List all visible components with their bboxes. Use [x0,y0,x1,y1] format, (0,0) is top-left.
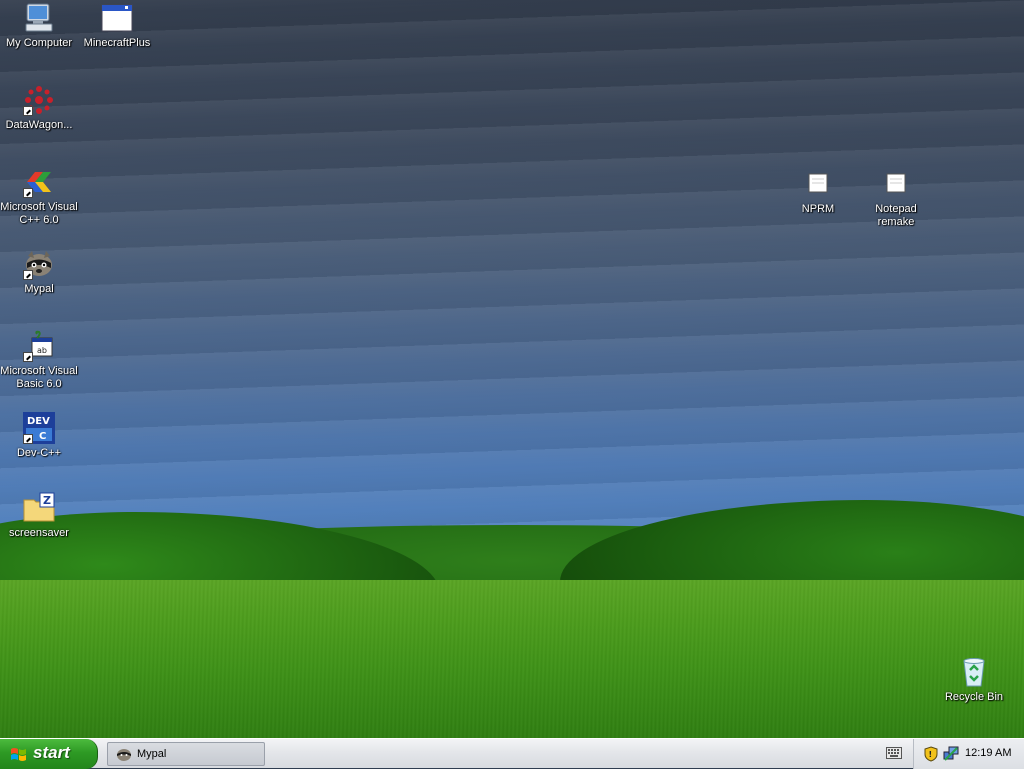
start-button[interactable]: start [0,739,98,769]
taskbar-button-mypal[interactable]: Mypal [107,742,265,766]
folder-icon [880,168,912,200]
shortcut-arrow-icon [23,434,33,444]
folder-icon [802,168,834,200]
mypal-raccoon-icon [116,746,132,762]
recycle-bin-icon [958,656,990,688]
desktop-icon-visual-basic[interactable]: ab Microsoft Visual Basic 6.0 [0,330,78,391]
zip-folder-icon: Z [23,492,55,524]
desktop-icon-label: Dev-C++ [16,447,62,459]
taskbar: start Mypal ! 12:19 AM [0,738,1024,769]
desktop-icon-minecraftplus[interactable]: MinecraftPlus [78,2,156,50]
network-icon[interactable] [943,745,959,761]
svg-text:ab: ab [37,346,47,355]
shortcut-arrow-icon [23,352,33,362]
dev-cpp-icon: DEV C [23,412,55,444]
desktop-icon-recycle-bin[interactable]: Recycle Bin [935,656,1013,704]
clock[interactable]: 12:19 AM [965,747,1011,759]
desktop-icon-notepad-remake[interactable]: Notepad remake [857,168,935,229]
desktop-icon-mypal[interactable]: Mypal [0,248,78,296]
desktop-icon-label: NPRM [801,203,835,215]
windows-logo-icon [10,746,27,763]
mypal-raccoon-icon [23,248,55,280]
wallpaper-sky [0,0,1024,560]
shortcut-arrow-icon [23,106,33,116]
shortcut-arrow-icon [23,188,33,198]
desktop-icon-label: My Computer [5,37,73,49]
application-window-icon [101,2,133,34]
desktop-icon-my-computer[interactable]: My Computer [0,2,78,50]
svg-text:C: C [39,431,46,442]
taskbar-button-label: Mypal [137,748,167,760]
svg-text:Z: Z [43,494,51,507]
desktop-icon-screensaver[interactable]: Z screensaver [0,492,78,540]
desktop-icon-visual-cpp[interactable]: Microsoft Visual C++ 6.0 [0,166,78,227]
desktop-icon-nprm[interactable]: NPRM [779,168,857,216]
desktop-icon-dev-cpp[interactable]: DEV C Dev-C++ [0,412,78,460]
desktop-icon-label: screensaver [9,527,69,539]
keyboard-icon[interactable] [886,747,902,759]
desktop-icon-label: Microsoft Visual C++ 6.0 [0,201,78,226]
desktop-icon-label: MinecraftPlus [83,37,151,49]
datawagon-icon [23,84,55,116]
wallpaper-field [0,580,1024,738]
desktop-icon-label: Microsoft Visual Basic 6.0 [0,365,78,390]
desktop-icon-label: DataWagon... [5,119,73,131]
desktop-icon-label: Mypal [24,283,54,295]
desktop[interactable]: My Computer MinecraftPlus DataWagon... M… [0,0,1024,738]
svg-text:DEV: DEV [27,416,50,427]
visual-basic-icon: ab [23,330,55,362]
desktop-icon-label: Notepad remake [875,203,917,228]
desktop-icon-datawagon[interactable]: DataWagon... [0,84,78,132]
security-shield-icon[interactable]: ! [924,746,938,762]
desktop-icon-label: Recycle Bin [944,691,1004,703]
start-label: start [33,743,70,762]
visual-cpp-icon [23,166,55,198]
computer-icon [23,2,55,34]
system-tray: ! 12:19 AM [913,739,1024,769]
shortcut-arrow-icon [23,270,33,280]
svg-text:!: ! [929,750,933,759]
